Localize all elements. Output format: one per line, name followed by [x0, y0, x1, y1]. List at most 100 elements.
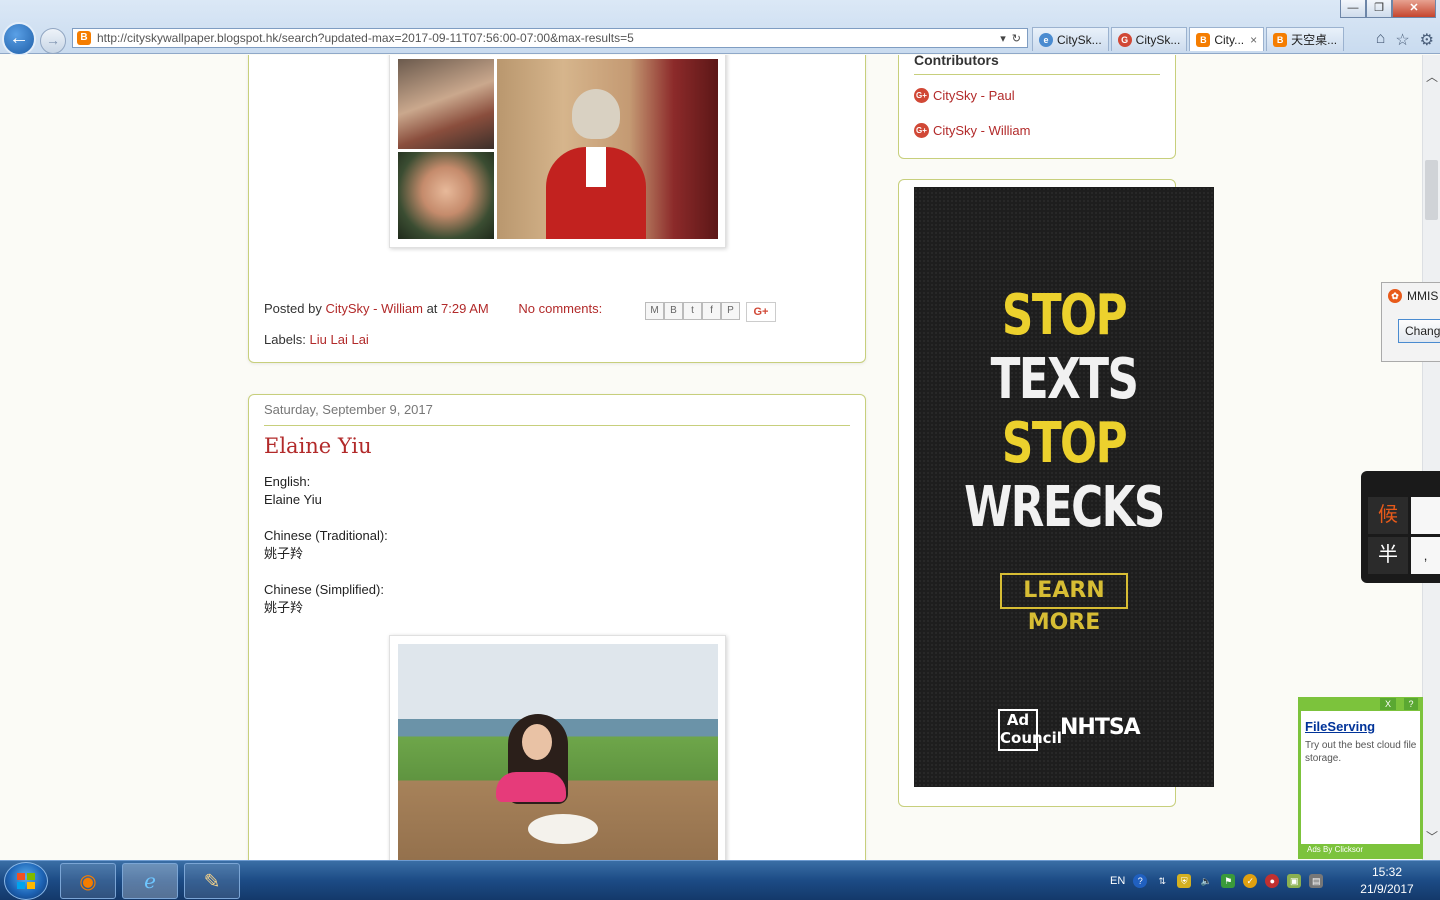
tab-label: CitySk...: [1057, 32, 1102, 47]
antivirus-icon[interactable]: ●: [1265, 874, 1280, 888]
network-icon[interactable]: ⇅: [1155, 874, 1169, 888]
close-tab-icon[interactable]: ×: [1250, 33, 1257, 47]
contributor-name[interactable]: CitySky - Paul: [933, 88, 1015, 103]
start-button[interactable]: [4, 862, 48, 900]
contributor-paul[interactable]: G+ CitySky - Paul: [914, 88, 1015, 103]
taskbar-app-orange-icon[interactable]: ◉: [60, 863, 116, 899]
mmis-change-button[interactable]: Change: [1398, 319, 1440, 343]
date-divider: [264, 425, 850, 426]
maximize-button[interactable]: ❐: [1366, 0, 1392, 18]
post-image-collage[interactable]: [389, 55, 726, 248]
post-footer: Posted by CitySky - William at 7:29 AM N…: [264, 301, 602, 316]
ad-headline-link[interactable]: FileServing: [1305, 719, 1375, 734]
updates-icon[interactable]: ▣: [1287, 874, 1302, 888]
close-ad-icon[interactable]: X: [1380, 698, 1396, 710]
comments-link[interactable]: No comments:: [518, 301, 602, 316]
browser-chrome: — ❐ ✕ ← → B http://cityskywallpaper.blog…: [0, 0, 1440, 56]
traditional-chinese-label: Chinese (Traditional):: [264, 528, 388, 543]
ad-banner[interactable]: STOP TEXTS STOP WRECKS LEARN MORE Ad Cou…: [914, 187, 1214, 787]
tab-citysky-1[interactable]: e CitySk...: [1032, 27, 1109, 51]
windows-taskbar: ◉ ℯ ✎ EN ? ⇅ ⛨ 🔈 ⚑ ✓ ● ▣ ▤ 15:32 21/9/20…: [0, 860, 1440, 900]
tab-strip: e CitySk... G CitySk... B City... × B 天空…: [1032, 27, 1345, 51]
close-window-button[interactable]: ✕: [1392, 0, 1436, 18]
clock-time: 15:32: [1371, 865, 1403, 879]
at-text: at: [426, 301, 438, 316]
help-icon[interactable]: ?: [1133, 874, 1148, 888]
ad-headline-2: TEXTS: [990, 347, 1139, 412]
label-link[interactable]: Liu Lai Lai: [310, 332, 369, 347]
post-elaine-yiu: Saturday, September 9, 2017 Elaine Yiu E…: [248, 394, 866, 860]
ad-headline-3: STOP: [1001, 411, 1128, 476]
minimize-button[interactable]: —: [1340, 0, 1366, 18]
system-clock[interactable]: 15:32 21/9/2017: [1352, 864, 1422, 898]
contributor-william[interactable]: G+ CitySky - William: [914, 123, 1031, 138]
blog-share-icon[interactable]: B: [664, 302, 683, 320]
contributor-name[interactable]: CitySky - William: [933, 123, 1031, 138]
security-shield-icon[interactable]: ⛨: [1177, 874, 1192, 888]
ad-council-logo: Ad Council: [998, 709, 1062, 751]
scroll-up-icon[interactable]: ︿: [1423, 69, 1440, 86]
food-plate-shape: [528, 814, 598, 844]
clicksor-ad[interactable]: X ? FileServing Try out the best cloud f…: [1298, 697, 1423, 859]
post-time-link[interactable]: 7:29 AM: [441, 301, 489, 316]
ime-halfwidth-key[interactable]: 半: [1368, 537, 1408, 574]
forward-button[interactable]: →: [40, 28, 66, 54]
taskbar-internet-explorer-icon[interactable]: ℯ: [122, 863, 178, 899]
gplus-share-button[interactable]: G+: [746, 302, 776, 322]
ime-punct-key[interactable]: ,: [1411, 537, 1440, 574]
windows-logo-icon: [17, 873, 35, 889]
tab-chinese-wallpaper[interactable]: B 天空桌...: [1266, 27, 1345, 51]
twitter-share-icon[interactable]: t: [683, 302, 702, 320]
scroll-thumb[interactable]: [1425, 160, 1438, 220]
post-title[interactable]: Elaine Yiu: [264, 434, 372, 458]
person-face-shape: [522, 724, 552, 760]
email-share-icon[interactable]: M: [645, 302, 664, 320]
vertical-scrollbar[interactable]: ︿ ﹀: [1422, 55, 1440, 860]
settings-gear-icon[interactable]: ⚙: [1420, 30, 1434, 50]
taskbar-paint-icon[interactable]: ✎: [184, 863, 240, 899]
language-indicator[interactable]: EN: [1110, 875, 1125, 887]
photo-smiling-portrait: [398, 152, 494, 239]
ime-side-blank[interactable]: [1411, 497, 1440, 534]
address-tools: ▾ ↻: [1000, 32, 1027, 45]
favorites-star-icon[interactable]: ☆: [1395, 30, 1409, 50]
ad-footer[interactable]: Ads By Clicksor: [1301, 844, 1420, 856]
window-controls: — ❐ ✕: [1340, 0, 1436, 18]
url-text[interactable]: http://cityskywallpaper.blogspot.hk/sear…: [97, 31, 1000, 45]
traditional-chinese-name: 姚子羚: [264, 546, 304, 561]
refresh-icon[interactable]: ↻: [1012, 32, 1021, 45]
home-icon[interactable]: ⌂: [1376, 30, 1386, 50]
ad-help-icon[interactable]: ?: [1404, 698, 1418, 710]
post-body: English: Elaine Yiu Chinese (Traditional…: [264, 473, 388, 635]
tab-label: CitySk...: [1135, 32, 1181, 47]
dropdown-icon[interactable]: ▾: [1000, 32, 1006, 45]
simplified-chinese-name: 姚子羚: [264, 600, 304, 615]
device-icon[interactable]: ▤: [1309, 874, 1324, 888]
post-image-elaine[interactable]: [389, 635, 726, 860]
gplus-icon: G+: [914, 123, 929, 138]
beach-photo: [398, 644, 718, 860]
address-bar[interactable]: B http://cityskywallpaper.blogspot.hk/se…: [72, 28, 1028, 48]
norton-icon[interactable]: ✓: [1243, 874, 1258, 888]
back-button[interactable]: ←: [2, 22, 36, 56]
ie-page-icon: e: [1039, 32, 1053, 47]
collage-photo: [398, 59, 718, 239]
author-link[interactable]: CitySky - William: [325, 301, 423, 316]
widget-divider: [914, 74, 1160, 75]
english-label: English:: [264, 474, 311, 489]
ad-description: Try out the best cloud file storage.: [1305, 740, 1417, 764]
ime-candidate-key[interactable]: 候: [1368, 497, 1408, 534]
ad-learn-more-button[interactable]: LEARN MORE: [1000, 573, 1128, 635]
photo-period-costume: [398, 59, 494, 149]
pinterest-share-icon[interactable]: P: [721, 302, 740, 320]
swimsuit-shape: [496, 772, 566, 802]
tab-city-active[interactable]: B City... ×: [1189, 27, 1265, 51]
tab-label: 天空桌...: [1291, 33, 1338, 47]
scroll-down-icon[interactable]: ﹀: [1423, 829, 1440, 846]
page-viewport: Posted by CitySky - William at 7:29 AM N…: [0, 55, 1422, 860]
tab-citysky-2[interactable]: G CitySk...: [1110, 27, 1188, 51]
volume-icon[interactable]: 🔈: [1199, 874, 1213, 888]
action-center-icon[interactable]: ⚑: [1221, 874, 1236, 888]
share-buttons: M B t f P G+: [645, 302, 776, 322]
facebook-share-icon[interactable]: f: [702, 302, 721, 320]
